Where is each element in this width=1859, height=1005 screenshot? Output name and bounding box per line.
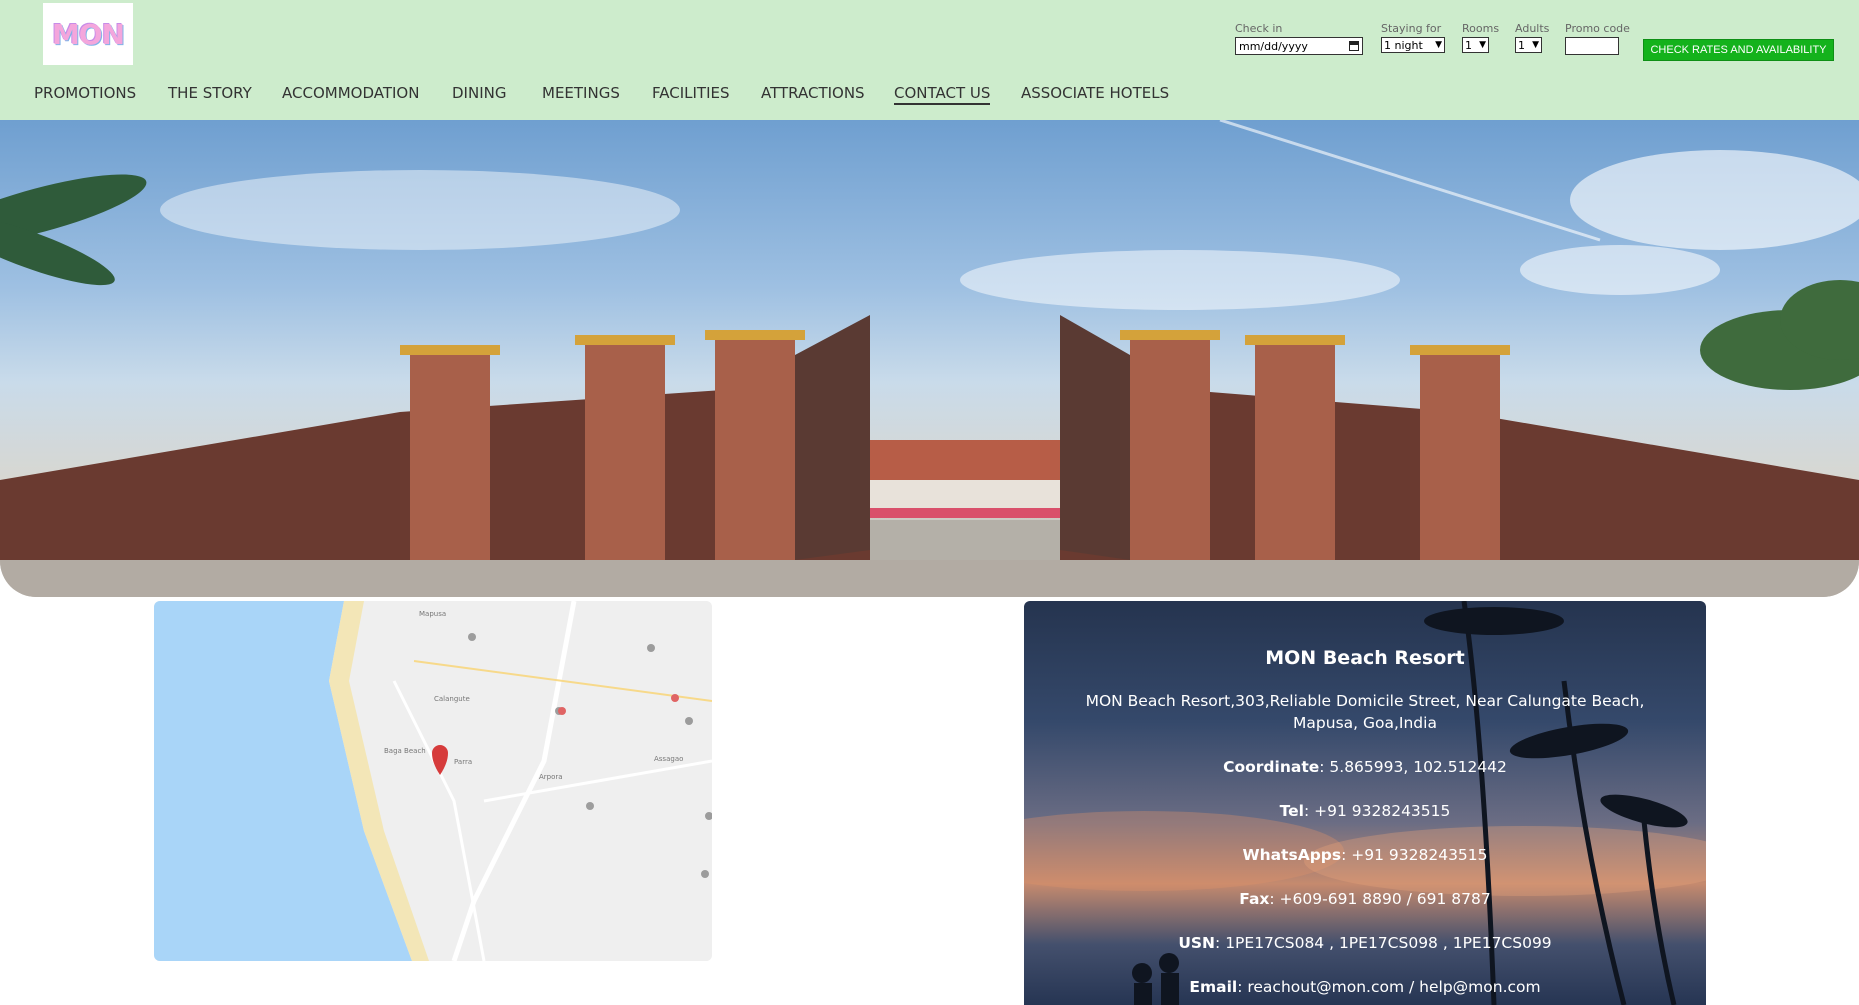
fax-value: : +609-691 8890 / 691 8787 <box>1269 890 1491 908</box>
staying-field: Staying for 1 night ▼ <box>1381 22 1445 53</box>
map-label: Assagao <box>654 755 683 763</box>
contact-address-line2: Mapusa, Goa,India <box>1293 714 1437 732</box>
calendar-icon[interactable] <box>1349 41 1359 51</box>
contact-card: MON Beach Resort MON Beach Resort,303,Re… <box>1024 601 1706 1005</box>
usn-label: USN <box>1178 934 1216 952</box>
header: MON Check in mm/dd/yyyy Staying for 1 ni… <box>0 0 1859 120</box>
map-label: Mapusa <box>419 610 446 618</box>
nav-promotions[interactable]: PROMOTIONS <box>34 84 136 102</box>
check-rates-button[interactable]: CHECK RATES AND AVAILABILITY <box>1643 39 1834 61</box>
usn-value: : 1PE17CS084 , 1PE17CS098 , 1PE17CS099 <box>1215 934 1552 952</box>
contact-coordinate: Coordinate: 5.865993, 102.512442 <box>1024 758 1706 776</box>
tel-label: Tel <box>1279 802 1304 820</box>
checkin-date-input[interactable]: mm/dd/yyyy <box>1235 37 1363 55</box>
map-label: Calangute <box>434 695 470 703</box>
rooms-select[interactable]: 1 ▼ <box>1462 37 1489 53</box>
map-label: Parra <box>454 758 472 766</box>
whatsapp-label: WhatsApps <box>1242 846 1342 864</box>
contact-title: MON Beach Resort <box>1265 647 1465 669</box>
promo-field: Promo code <box>1565 22 1630 55</box>
nav-dining[interactable]: DINING <box>452 84 506 102</box>
promo-input[interactable] <box>1565 37 1619 55</box>
map-label: Baga Beach <box>384 747 426 755</box>
tel-value[interactable]: : +91 9328243515 <box>1304 802 1450 820</box>
chevron-down-icon: ▼ <box>1479 40 1486 50</box>
rooms-field: Rooms 1 ▼ <box>1462 22 1499 53</box>
hero-image <box>0 120 1859 597</box>
contact-address-line1: MON Beach Resort,303,Reliable Domicile S… <box>1085 692 1645 710</box>
nav-associate-hotels[interactable]: ASSOCIATE HOTELS <box>1021 84 1169 102</box>
checkin-label: Check in <box>1235 22 1283 35</box>
adults-label: Adults <box>1515 22 1550 35</box>
logo-text: MON <box>51 17 125 51</box>
contact-tel: Tel: +91 9328243515 <box>1024 802 1706 820</box>
logo[interactable]: MON <box>43 3 133 65</box>
location-map[interactable]: Mapusa Calangute Baga Beach Parra Arpora… <box>154 601 712 961</box>
rooms-label: Rooms <box>1462 22 1500 35</box>
contact-email: Email: reachout@mon.com / help@mon.com <box>1024 978 1706 996</box>
chevron-down-icon: ▼ <box>1435 40 1442 50</box>
nav-contact-us[interactable]: CONTACT US <box>894 84 991 105</box>
nav-accommodation[interactable]: ACCOMMODATION <box>282 84 419 102</box>
rooms-value: 1 <box>1465 38 1472 52</box>
contact-usn: USN: 1PE17CS084 , 1PE17CS098 , 1PE17CS09… <box>1024 934 1706 952</box>
email-label: Email <box>1189 978 1238 996</box>
chevron-down-icon: ▼ <box>1532 40 1539 50</box>
hero-illustration <box>0 120 1859 597</box>
nav-meetings[interactable]: MEETINGS <box>542 84 620 102</box>
nav-attractions[interactable]: ATTRACTIONS <box>761 84 865 102</box>
contact-fax: Fax: +609-691 8890 / 691 8787 <box>1024 890 1706 908</box>
email-value[interactable]: : reachout@mon.com / help@mon.com <box>1237 978 1540 996</box>
adults-select[interactable]: 1 ▼ <box>1515 37 1542 53</box>
adults-value: 1 <box>1518 38 1525 52</box>
nav-the-story[interactable]: THE STORY <box>168 84 252 102</box>
coordinate-value: : 5.865993, 102.512442 <box>1319 758 1507 776</box>
staying-value: 1 night <box>1384 38 1423 52</box>
coordinate-label: Coordinate <box>1223 758 1320 776</box>
checkin-placeholder: mm/dd/yyyy <box>1239 39 1308 53</box>
nav-facilities[interactable]: FACILITIES <box>652 84 730 102</box>
adults-field: Adults 1 ▼ <box>1515 22 1549 53</box>
contact-whatsapp: WhatsApps: +91 9328243515 <box>1024 846 1706 864</box>
fax-label: Fax <box>1239 890 1270 908</box>
whatsapp-value[interactable]: : +91 9328243515 <box>1341 846 1487 864</box>
staying-select[interactable]: 1 night ▼ <box>1381 37 1445 53</box>
promo-label: Promo code <box>1565 22 1630 35</box>
map-label: Arpora <box>539 773 563 781</box>
checkin-field: Check in mm/dd/yyyy <box>1235 22 1363 55</box>
staying-label: Staying for <box>1381 22 1442 35</box>
map-illustration: Mapusa Calangute Baga Beach Parra Arpora… <box>154 601 712 961</box>
